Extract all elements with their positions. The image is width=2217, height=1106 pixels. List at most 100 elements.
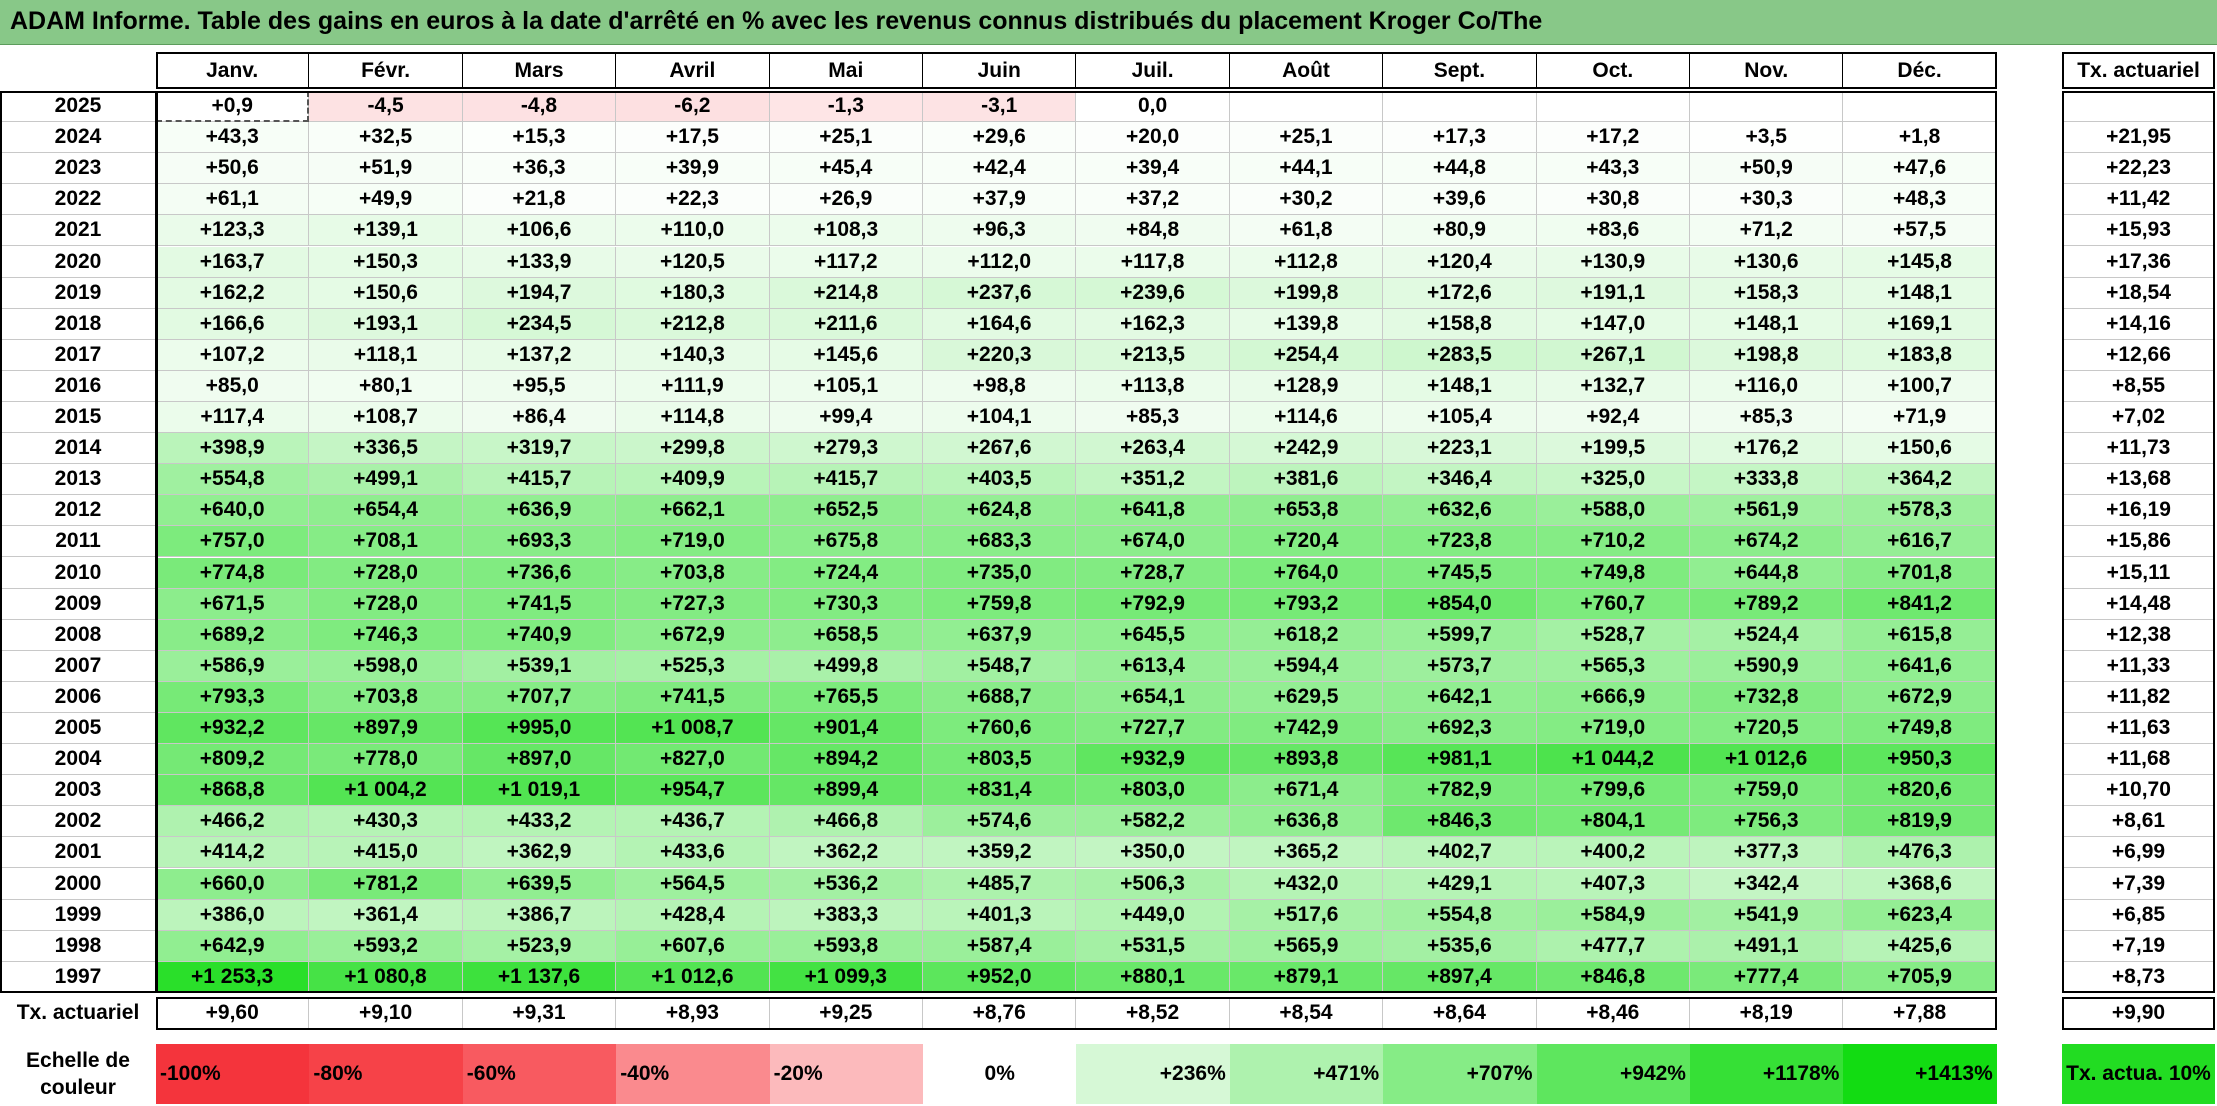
heatmap-cell: +117,8	[1076, 246, 1230, 278]
heatmap-cell: +730,3	[769, 588, 923, 620]
heatmap-cell: +105,1	[769, 370, 923, 402]
heatmap-cell: +409,9	[616, 464, 770, 496]
heatmap-cell: +660,0	[156, 868, 310, 900]
heatmap-cell: +116,0	[1690, 370, 1844, 402]
heatmap-cell: +723,8	[1383, 526, 1537, 558]
heatmap-cell: +950,3	[1843, 744, 1997, 776]
heatmap-cell: +430,3	[309, 806, 463, 838]
rate-cell: +11,68	[2062, 744, 2215, 776]
summary-cell: +7,88	[1843, 996, 1997, 1030]
heatmap-cell: +112,8	[1229, 246, 1384, 278]
heatmap-cell: +719,0	[616, 526, 770, 558]
heatmap-cell: +632,6	[1383, 495, 1537, 527]
heatmap-cell: +749,8	[1843, 713, 1997, 745]
rate-cell: +11,42	[2062, 184, 2215, 216]
heatmap-cell: +84,8	[1076, 215, 1230, 247]
heatmap-cell: +214,8	[769, 277, 923, 309]
rate-cell: +14,48	[2062, 589, 2215, 620]
heatmap-cell: +362,9	[462, 837, 617, 869]
heatmap-cell: +364,2	[1843, 464, 1997, 496]
month-header: Févr.	[309, 52, 463, 89]
heatmap-cell: +741,5	[462, 588, 617, 620]
heatmap-cell: +781,2	[309, 868, 463, 900]
heatmap-cell: +346,4	[1383, 464, 1537, 496]
heatmap-cell: +1 044,2	[1536, 744, 1690, 776]
heatmap-cell: +525,3	[616, 650, 770, 682]
year-label: 1997	[0, 962, 156, 993]
heatmap-cell: +674,2	[1690, 526, 1844, 558]
heatmap-cell: +765,5	[769, 681, 923, 713]
heatmap-cell: +223,1	[1383, 433, 1537, 465]
summary-cell: +8,52	[1076, 996, 1230, 1030]
rate-cell: +12,66	[2062, 340, 2215, 371]
heatmap-cell: +593,2	[309, 930, 463, 962]
summary-cell: +9,31	[463, 996, 617, 1030]
heatmap-cell: +139,8	[1229, 308, 1384, 340]
heatmap-cell: +1 004,2	[309, 775, 463, 807]
heatmap-cell: +688,7	[923, 681, 1077, 713]
heatmap-cell: +777,4	[1690, 961, 1844, 993]
heatmap-cell: +342,4	[1690, 868, 1844, 900]
rate-cell: +11,63	[2062, 713, 2215, 745]
heatmap-cell: +71,2	[1690, 215, 1844, 247]
heatmap-cell: +846,8	[1536, 961, 1690, 993]
heatmap-cell: +50,6	[156, 153, 310, 185]
heatmap-cell: +554,8	[156, 464, 310, 496]
summary-cell: +9,10	[309, 996, 463, 1030]
summary-cell: +8,46	[1537, 996, 1690, 1030]
month-header: Mars	[463, 52, 617, 89]
heatmap-cell: +689,2	[156, 619, 310, 651]
heatmap-cell: +211,6	[769, 308, 923, 340]
heatmap-cell: +637,9	[923, 619, 1077, 651]
heatmap-cell: +952,0	[923, 961, 1077, 993]
heatmap-cell: +981,1	[1383, 744, 1537, 776]
heatmap-cell: +36,3	[462, 153, 617, 185]
heatmap-cell: +130,6	[1690, 246, 1844, 278]
heatmap-cell: +820,6	[1843, 775, 1997, 807]
heatmap-cell: +485,7	[923, 868, 1077, 900]
heatmap-cell: +194,7	[462, 277, 617, 309]
year-label: 2009	[0, 589, 156, 620]
heatmap-cell: +541,9	[1690, 899, 1844, 931]
heatmap-cell: +365,2	[1229, 837, 1384, 869]
heatmap-cell: +359,2	[923, 837, 1077, 869]
heatmap-cell: +42,4	[923, 153, 1077, 185]
month-header: Juin	[923, 52, 1077, 89]
year-label: 2014	[0, 433, 156, 465]
heatmap-cell: +879,1	[1229, 961, 1384, 993]
heatmap-cell: +242,9	[1229, 433, 1384, 465]
heatmap-cell: +213,5	[1076, 339, 1230, 371]
heatmap-cell: +719,0	[1536, 713, 1690, 745]
heatmap-cell: +476,3	[1843, 837, 1997, 869]
rate-cell: +8,73	[2062, 962, 2215, 993]
heatmap-cell: +150,3	[309, 246, 463, 278]
heatmap-cell: +199,8	[1229, 277, 1384, 309]
heatmap-cell: +80,1	[309, 370, 463, 402]
heatmap-cell: +57,5	[1843, 215, 1997, 247]
heatmap-cell: +749,8	[1536, 557, 1690, 589]
month-header: Avril	[616, 52, 770, 89]
year-label: 2018	[0, 309, 156, 340]
year-label: 2000	[0, 869, 156, 900]
heatmap-cell: +897,0	[462, 744, 617, 776]
heatmap-cell: +22,3	[616, 184, 770, 216]
heatmap-cell: +386,0	[156, 899, 310, 931]
year-label: 2004	[0, 744, 156, 776]
heatmap-cell: +432,0	[1229, 868, 1384, 900]
year-label: 2024	[0, 122, 156, 154]
heatmap-cell: +132,7	[1536, 370, 1690, 402]
heatmap-cell: +642,9	[156, 930, 310, 962]
heatmap-cell: +774,8	[156, 557, 310, 589]
heatmap-cell: +37,2	[1076, 184, 1230, 216]
heatmap-cell: +624,8	[923, 495, 1077, 527]
heatmap-cell: +720,4	[1229, 526, 1384, 558]
heatmap-cell: +561,9	[1690, 495, 1844, 527]
heatmap-cell: +15,3	[462, 122, 617, 154]
heatmap-cell: +176,2	[1690, 433, 1844, 465]
heatmap-cell: +299,8	[616, 433, 770, 465]
heatmap-cell: +130,9	[1536, 246, 1690, 278]
heatmap-cell: +641,8	[1076, 495, 1230, 527]
heatmap-cell: +654,4	[309, 495, 463, 527]
heatmap-cell: +554,8	[1383, 899, 1537, 931]
heatmap-cell: +402,7	[1383, 837, 1537, 869]
